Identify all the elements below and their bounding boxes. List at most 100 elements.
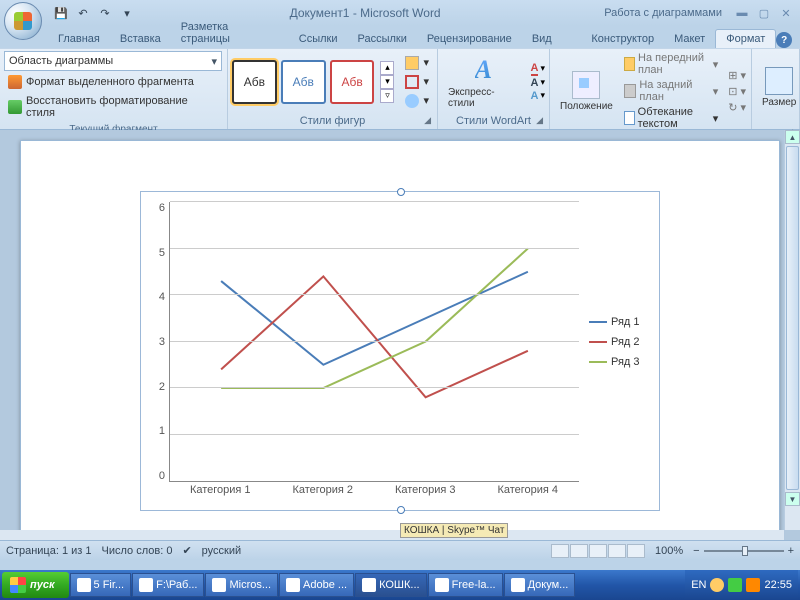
shape-style-2[interactable]: Абв bbox=[281, 60, 326, 104]
full-screen-view[interactable] bbox=[570, 544, 588, 558]
draft-view[interactable] bbox=[627, 544, 645, 558]
spell-check-icon[interactable]: ✔ bbox=[182, 544, 191, 557]
wordart-quickstyles-button[interactable]: A Экспресс-стили bbox=[442, 53, 525, 111]
tab-home[interactable]: Главная bbox=[48, 30, 110, 48]
text-effects-button[interactable]: A▾ bbox=[531, 90, 545, 102]
language-indicator[interactable]: EN bbox=[691, 579, 706, 591]
outline-icon bbox=[405, 75, 419, 89]
context-title: Работа с диаграммами bbox=[594, 7, 732, 19]
taskbar-item[interactable]: Adobe ... bbox=[279, 573, 354, 597]
text-fill-button[interactable]: A▾ bbox=[531, 62, 545, 76]
send-back-button[interactable]: На задний план▾ bbox=[623, 78, 719, 104]
shape-style-3[interactable]: Абв bbox=[330, 60, 375, 104]
plot-area[interactable] bbox=[169, 202, 579, 482]
tab-page-layout[interactable]: Разметка страницы bbox=[171, 18, 289, 48]
page[interactable]: 6543210 Ряд 1Ряд 2Ряд 3 Категория 1Катег… bbox=[20, 140, 780, 540]
tab-format[interactable]: Формат bbox=[715, 29, 776, 48]
shape-effects-button[interactable]: ▾ bbox=[401, 92, 433, 110]
text-outline-button[interactable]: A▾ bbox=[531, 77, 545, 89]
chart-element-dropdown[interactable]: Область диаграммы ▾ bbox=[4, 51, 222, 71]
scroll-up-icon[interactable]: ▲ bbox=[785, 130, 800, 144]
dialog-launcher-icon[interactable]: ◢ bbox=[536, 115, 543, 126]
start-button[interactable]: пуск bbox=[2, 572, 69, 598]
horizontal-scrollbar[interactable] bbox=[0, 530, 784, 540]
chevron-down-icon: ▾ bbox=[211, 55, 217, 68]
text-wrap-button[interactable]: Обтекание текстом▾ bbox=[623, 105, 719, 131]
zoom-slider[interactable]: − + bbox=[693, 545, 794, 557]
group-button[interactable]: ⊡▾ bbox=[727, 84, 747, 99]
shape-style-1[interactable]: Абв bbox=[232, 60, 277, 104]
undo-icon[interactable]: ↶ bbox=[74, 4, 92, 22]
text-effects-icon: A bbox=[531, 90, 539, 102]
gallery-up-icon[interactable]: ▴ bbox=[380, 61, 394, 75]
shape-outline-button[interactable]: ▾ bbox=[401, 73, 433, 91]
vertical-scrollbar[interactable]: ▲ ▼ bbox=[784, 130, 800, 530]
tray-icon[interactable] bbox=[710, 578, 724, 592]
format-selection-button[interactable]: Формат выделенного фрагмента bbox=[4, 73, 223, 91]
reset-style-button[interactable]: Восстановить форматирование стиля bbox=[4, 93, 223, 121]
office-button[interactable] bbox=[4, 2, 42, 40]
text-fill-icon: A bbox=[531, 62, 539, 76]
bring-front-icon bbox=[624, 57, 635, 71]
tray-icon[interactable] bbox=[746, 578, 760, 592]
shape-fill-button[interactable]: ▾ bbox=[401, 54, 433, 72]
status-bar: Страница: 1 из 1 Число слов: 0 ✔ русский… bbox=[0, 540, 800, 560]
save-icon[interactable]: 💾 bbox=[52, 4, 70, 22]
gallery-down-icon[interactable]: ▾ bbox=[380, 75, 394, 89]
tab-mailings[interactable]: Рассылки bbox=[347, 30, 416, 48]
send-back-icon bbox=[624, 84, 636, 98]
taskbar-item[interactable]: Micros... bbox=[205, 573, 278, 597]
group-label: Стили WordArt bbox=[456, 115, 531, 127]
system-tray: EN 22:55 bbox=[685, 570, 798, 600]
chart-area[interactable]: 6543210 Ряд 1Ряд 2Ряд 3 Категория 1Катег… bbox=[140, 191, 660, 511]
tab-insert[interactable]: Вставка bbox=[110, 30, 171, 48]
tab-view[interactable]: Вид bbox=[522, 30, 562, 48]
redo-icon[interactable]: ↷ bbox=[96, 4, 114, 22]
tab-design[interactable]: Конструктор bbox=[581, 30, 664, 48]
tab-layout[interactable]: Макет bbox=[664, 30, 715, 48]
zoom-in-icon[interactable]: + bbox=[788, 545, 794, 557]
align-button[interactable]: ⊞▾ bbox=[727, 68, 747, 83]
qat-customize-icon[interactable]: ▾ bbox=[118, 4, 136, 22]
chart-legend[interactable]: Ряд 1 Ряд 2 Ряд 3 bbox=[579, 202, 649, 482]
taskbar-item[interactable]: F:\Раб... bbox=[132, 573, 204, 597]
page-indicator[interactable]: Страница: 1 из 1 bbox=[6, 545, 92, 557]
legend-item[interactable]: Ряд 1 bbox=[589, 316, 649, 328]
dialog-launcher-icon[interactable]: ◢ bbox=[424, 115, 431, 126]
tab-review[interactable]: Рецензирование bbox=[417, 30, 522, 48]
print-layout-view[interactable] bbox=[551, 544, 569, 558]
help-icon[interactable]: ? bbox=[776, 32, 792, 48]
group-size: Размер ◢ bbox=[752, 49, 800, 129]
clock[interactable]: 22:55 bbox=[764, 579, 792, 591]
bring-front-button[interactable]: На передний план▾ bbox=[623, 51, 719, 77]
word-count[interactable]: Число слов: 0 bbox=[102, 545, 173, 557]
zoom-out-icon[interactable]: − bbox=[693, 545, 699, 557]
rotate-button[interactable]: ↻▾ bbox=[727, 100, 747, 115]
outline-view[interactable] bbox=[608, 544, 626, 558]
size-button[interactable]: Размер bbox=[756, 65, 800, 110]
position-button[interactable]: Положение bbox=[554, 69, 619, 114]
scroll-thumb[interactable] bbox=[786, 146, 799, 490]
align-icon: ⊞ bbox=[728, 69, 737, 82]
zoom-level[interactable]: 100% bbox=[655, 545, 683, 557]
group-arrange: Положение На передний план▾ На задний пл… bbox=[550, 49, 752, 129]
scroll-down-icon[interactable]: ▼ bbox=[785, 492, 800, 506]
taskbar-item[interactable]: 5 Fir... bbox=[70, 573, 132, 597]
language-indicator[interactable]: русский bbox=[202, 545, 241, 557]
taskbar-item[interactable]: Докум... bbox=[504, 573, 576, 597]
effects-icon bbox=[405, 94, 419, 108]
gallery-more-icon[interactable]: ▿ bbox=[380, 89, 394, 103]
maximize-button[interactable]: ▢ bbox=[754, 5, 774, 21]
close-button[interactable]: ✕ bbox=[776, 5, 796, 21]
group-icon: ⊡ bbox=[728, 85, 737, 98]
taskbar-item[interactable]: КОШК... bbox=[355, 573, 427, 597]
web-layout-view[interactable] bbox=[589, 544, 607, 558]
tab-references[interactable]: Ссылки bbox=[289, 30, 348, 48]
minimize-button[interactable]: ▬ bbox=[732, 5, 752, 21]
legend-item[interactable]: Ряд 2 bbox=[589, 336, 649, 348]
rotate-icon: ↻ bbox=[728, 101, 737, 114]
tray-icon[interactable] bbox=[728, 578, 742, 592]
legend-item[interactable]: Ряд 3 bbox=[589, 356, 649, 368]
size-icon bbox=[765, 67, 793, 95]
taskbar-item[interactable]: Free-la... bbox=[428, 573, 503, 597]
